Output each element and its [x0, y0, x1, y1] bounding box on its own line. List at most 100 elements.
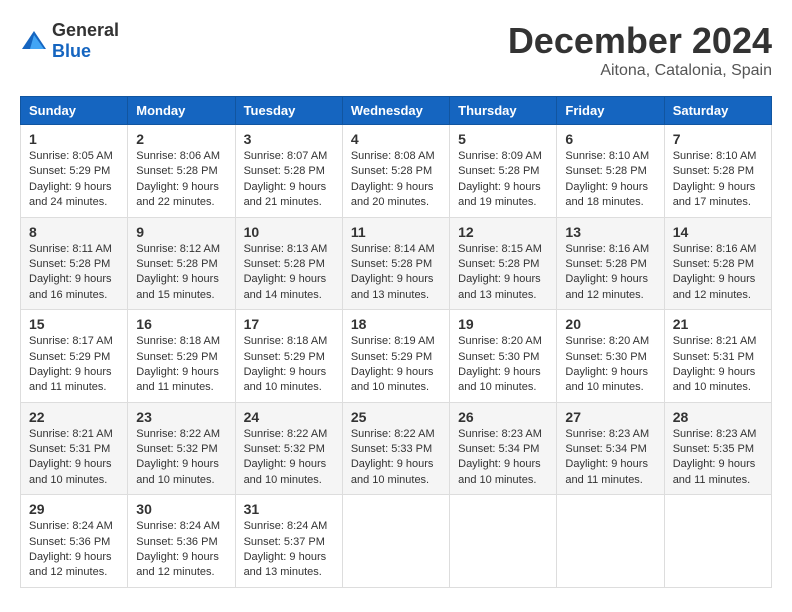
- day-content: Sunrise: 8:24 AM Sunset: 5:36 PM Dayligh…: [29, 519, 119, 581]
- column-header-monday: Monday: [128, 97, 235, 125]
- day-content: Sunrise: 8:23 AM Sunset: 5:35 PM Dayligh…: [673, 427, 763, 489]
- logo-general: General: [52, 20, 119, 40]
- calendar-table: SundayMondayTuesdayWednesdayThursdayFrid…: [20, 96, 772, 588]
- calendar-cell: [450, 495, 557, 588]
- logo-text: General Blue: [52, 20, 119, 62]
- calendar-cell: 5 Sunrise: 8:09 AM Sunset: 5:28 PM Daylig…: [450, 125, 557, 218]
- title-block: December 2024 Aitona, Catalonia, Spain: [508, 20, 772, 80]
- day-number: 6: [565, 131, 655, 147]
- calendar-cell: 29 Sunrise: 8:24 AM Sunset: 5:36 PM Dayli…: [21, 495, 128, 588]
- calendar-cell: 23 Sunrise: 8:22 AM Sunset: 5:32 PM Dayli…: [128, 402, 235, 495]
- day-content: Sunrise: 8:17 AM Sunset: 5:29 PM Dayligh…: [29, 334, 119, 396]
- calendar-week-5: 29 Sunrise: 8:24 AM Sunset: 5:36 PM Dayli…: [21, 495, 772, 588]
- column-header-friday: Friday: [557, 97, 664, 125]
- calendar-cell: 31 Sunrise: 8:24 AM Sunset: 5:37 PM Dayli…: [235, 495, 342, 588]
- day-content: Sunrise: 8:23 AM Sunset: 5:34 PM Dayligh…: [458, 427, 548, 489]
- day-content: Sunrise: 8:08 AM Sunset: 5:28 PM Dayligh…: [351, 149, 441, 211]
- day-content: Sunrise: 8:06 AM Sunset: 5:28 PM Dayligh…: [136, 149, 226, 211]
- day-number: 7: [673, 131, 763, 147]
- calendar-cell: 3 Sunrise: 8:07 AM Sunset: 5:28 PM Daylig…: [235, 125, 342, 218]
- day-number: 18: [351, 316, 441, 332]
- day-number: 29: [29, 501, 119, 517]
- day-number: 23: [136, 409, 226, 425]
- day-number: 1: [29, 131, 119, 147]
- column-header-tuesday: Tuesday: [235, 97, 342, 125]
- day-content: Sunrise: 8:24 AM Sunset: 5:36 PM Dayligh…: [136, 519, 226, 581]
- day-content: Sunrise: 8:09 AM Sunset: 5:28 PM Dayligh…: [458, 149, 548, 211]
- calendar-cell: 26 Sunrise: 8:23 AM Sunset: 5:34 PM Dayli…: [450, 402, 557, 495]
- calendar-week-2: 8 Sunrise: 8:11 AM Sunset: 5:28 PM Daylig…: [21, 217, 772, 310]
- day-number: 26: [458, 409, 548, 425]
- calendar-cell: [557, 495, 664, 588]
- calendar-cell: 25 Sunrise: 8:22 AM Sunset: 5:33 PM Dayli…: [342, 402, 449, 495]
- day-content: Sunrise: 8:05 AM Sunset: 5:29 PM Dayligh…: [29, 149, 119, 211]
- calendar-cell: 9Sunrise: 8:12 AM Sunset: 5:28 PM Daylig…: [128, 217, 235, 310]
- day-number: 14: [673, 224, 763, 240]
- calendar-cell: 18Sunrise: 8:19 AM Sunset: 5:29 PM Dayli…: [342, 310, 449, 403]
- calendar-cell: 15 Sunrise: 8:17 AM Sunset: 5:29 PM Dayli…: [21, 310, 128, 403]
- calendar-week-4: 22Sunrise: 8:21 AM Sunset: 5:31 PM Dayli…: [21, 402, 772, 495]
- calendar-cell: 6 Sunrise: 8:10 AM Sunset: 5:28 PM Daylig…: [557, 125, 664, 218]
- day-content: Sunrise: 8:10 AM Sunset: 5:28 PM Dayligh…: [565, 149, 655, 211]
- calendar-cell: 30Sunrise: 8:24 AM Sunset: 5:36 PM Dayli…: [128, 495, 235, 588]
- day-number: 28: [673, 409, 763, 425]
- day-content: Sunrise: 8:24 AM Sunset: 5:37 PM Dayligh…: [244, 519, 334, 581]
- calendar-cell: 7 Sunrise: 8:10 AM Sunset: 5:28 PM Daylig…: [664, 125, 771, 218]
- day-content: Sunrise: 8:11 AM Sunset: 5:28 PM Dayligh…: [29, 242, 119, 304]
- day-content: Sunrise: 8:10 AM Sunset: 5:28 PM Dayligh…: [673, 149, 763, 211]
- day-content: Sunrise: 8:18 AM Sunset: 5:29 PM Dayligh…: [136, 334, 226, 396]
- calendar-cell: 13Sunrise: 8:16 AM Sunset: 5:28 PM Dayli…: [557, 217, 664, 310]
- day-number: 12: [458, 224, 548, 240]
- day-content: Sunrise: 8:22 AM Sunset: 5:32 PM Dayligh…: [136, 427, 226, 489]
- column-header-saturday: Saturday: [664, 97, 771, 125]
- day-number: 3: [244, 131, 334, 147]
- calendar-cell: 2Sunrise: 8:06 AM Sunset: 5:28 PM Daylig…: [128, 125, 235, 218]
- column-header-sunday: Sunday: [21, 97, 128, 125]
- column-header-wednesday: Wednesday: [342, 97, 449, 125]
- day-number: 8: [29, 224, 119, 240]
- day-content: Sunrise: 8:18 AM Sunset: 5:29 PM Dayligh…: [244, 334, 334, 396]
- day-number: 27: [565, 409, 655, 425]
- calendar-cell: 4Sunrise: 8:08 AM Sunset: 5:28 PM Daylig…: [342, 125, 449, 218]
- day-number: 15: [29, 316, 119, 332]
- day-number: 9: [136, 224, 226, 240]
- day-content: Sunrise: 8:23 AM Sunset: 5:34 PM Dayligh…: [565, 427, 655, 489]
- day-number: 5: [458, 131, 548, 147]
- day-number: 22: [29, 409, 119, 425]
- day-number: 31: [244, 501, 334, 517]
- calendar-cell: 1 Sunrise: 8:05 AM Sunset: 5:29 PM Daylig…: [21, 125, 128, 218]
- day-number: 25: [351, 409, 441, 425]
- day-content: Sunrise: 8:20 AM Sunset: 5:30 PM Dayligh…: [458, 334, 548, 396]
- day-content: Sunrise: 8:07 AM Sunset: 5:28 PM Dayligh…: [244, 149, 334, 211]
- calendar-header-row: SundayMondayTuesdayWednesdayThursdayFrid…: [21, 97, 772, 125]
- logo: General Blue: [20, 20, 119, 62]
- calendar-cell: 11Sunrise: 8:14 AM Sunset: 5:28 PM Dayli…: [342, 217, 449, 310]
- day-content: Sunrise: 8:16 AM Sunset: 5:28 PM Dayligh…: [565, 242, 655, 304]
- day-content: Sunrise: 8:21 AM Sunset: 5:31 PM Dayligh…: [673, 334, 763, 396]
- calendar-cell: 22Sunrise: 8:21 AM Sunset: 5:31 PM Dayli…: [21, 402, 128, 495]
- calendar-cell: 8 Sunrise: 8:11 AM Sunset: 5:28 PM Daylig…: [21, 217, 128, 310]
- location-title: Aitona, Catalonia, Spain: [508, 62, 772, 80]
- day-number: 10: [244, 224, 334, 240]
- logo-icon: [20, 29, 48, 53]
- calendar-cell: 14 Sunrise: 8:16 AM Sunset: 5:28 PM Dayli…: [664, 217, 771, 310]
- day-content: Sunrise: 8:16 AM Sunset: 5:28 PM Dayligh…: [673, 242, 763, 304]
- day-content: Sunrise: 8:14 AM Sunset: 5:28 PM Dayligh…: [351, 242, 441, 304]
- calendar-cell: 19 Sunrise: 8:20 AM Sunset: 5:30 PM Dayli…: [450, 310, 557, 403]
- calendar-cell: 21 Sunrise: 8:21 AM Sunset: 5:31 PM Dayli…: [664, 310, 771, 403]
- logo-blue: Blue: [52, 41, 91, 61]
- day-number: 21: [673, 316, 763, 332]
- calendar-cell: 27 Sunrise: 8:23 AM Sunset: 5:34 PM Dayli…: [557, 402, 664, 495]
- day-content: Sunrise: 8:22 AM Sunset: 5:32 PM Dayligh…: [244, 427, 334, 489]
- calendar-cell: 12Sunrise: 8:15 AM Sunset: 5:28 PM Dayli…: [450, 217, 557, 310]
- calendar-cell: 16Sunrise: 8:18 AM Sunset: 5:29 PM Dayli…: [128, 310, 235, 403]
- day-number: 19: [458, 316, 548, 332]
- calendar-cell: 17Sunrise: 8:18 AM Sunset: 5:29 PM Dayli…: [235, 310, 342, 403]
- month-title: December 2024: [508, 20, 772, 62]
- calendar-week-3: 15 Sunrise: 8:17 AM Sunset: 5:29 PM Dayli…: [21, 310, 772, 403]
- column-header-thursday: Thursday: [450, 97, 557, 125]
- day-number: 20: [565, 316, 655, 332]
- calendar-week-1: 1 Sunrise: 8:05 AM Sunset: 5:29 PM Daylig…: [21, 125, 772, 218]
- day-content: Sunrise: 8:22 AM Sunset: 5:33 PM Dayligh…: [351, 427, 441, 489]
- calendar-cell: [664, 495, 771, 588]
